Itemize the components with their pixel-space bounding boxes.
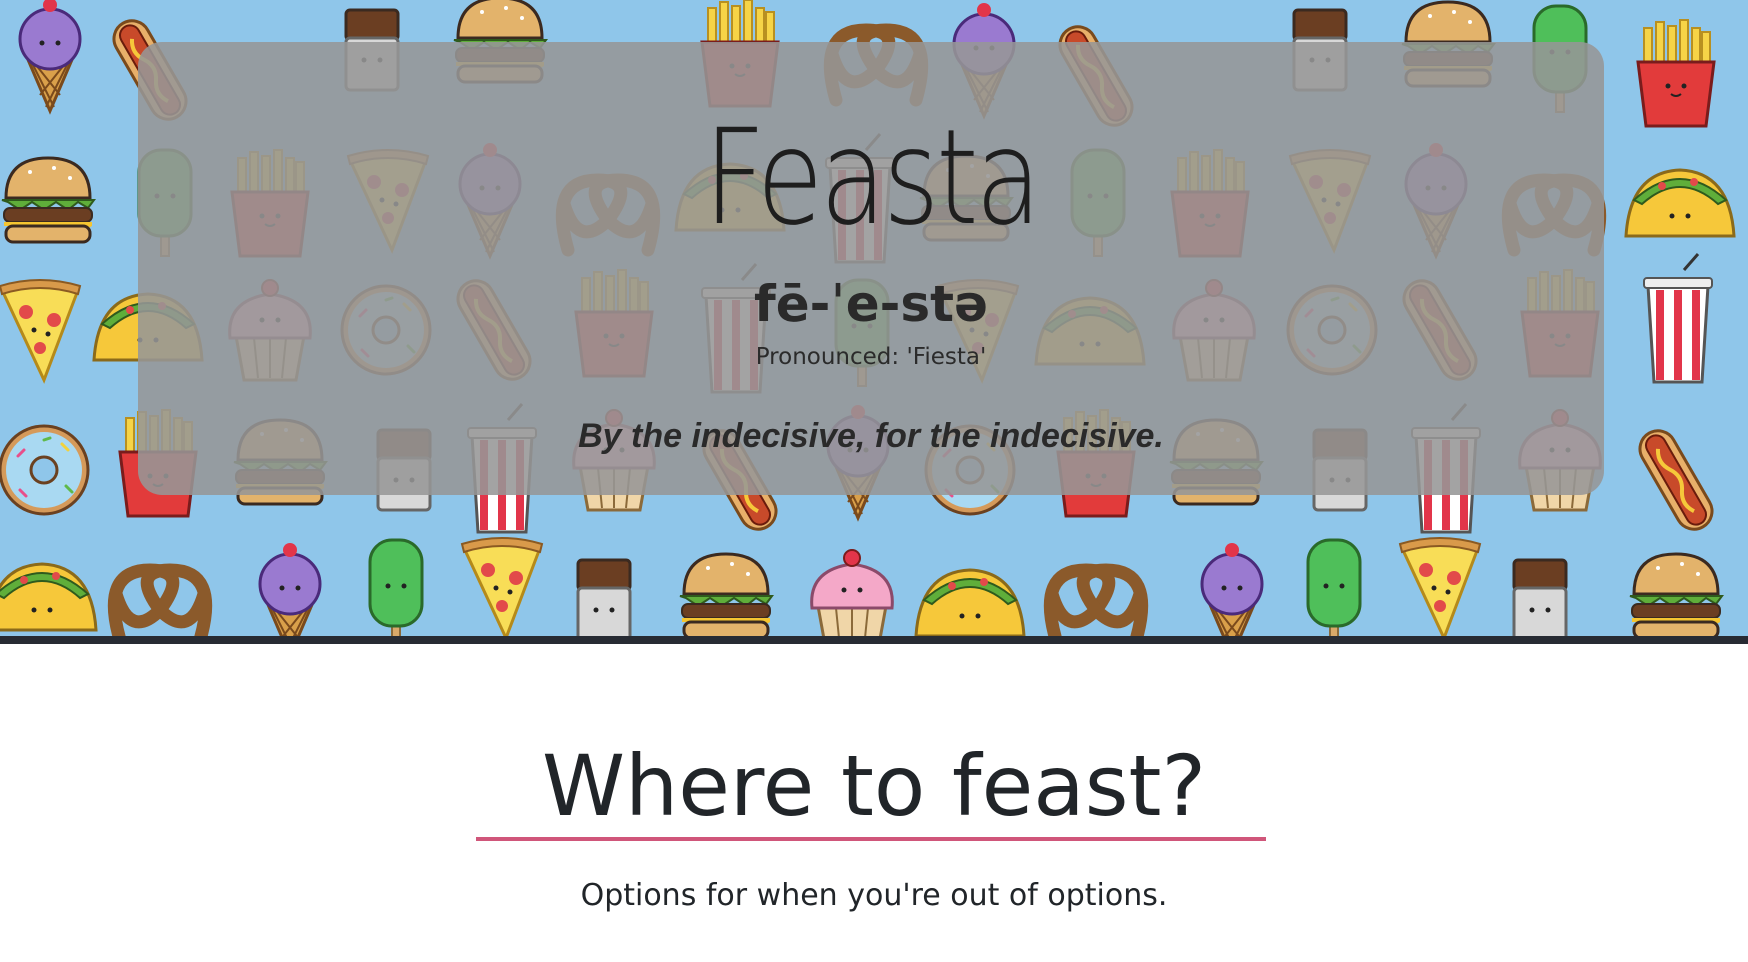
hero-bottom-border	[0, 636, 1748, 644]
where-to-feast-section: Where to feast? Options for when you're …	[0, 644, 1748, 962]
brand-title: Feasta	[703, 101, 1042, 255]
hero-banner: Feasta fē-ˈe-stə Pronounced: 'Fiesta' By…	[0, 0, 1748, 636]
section-title: Where to feast?	[541, 737, 1207, 835]
section-subtitle: Options for when you're out of options.	[580, 878, 1168, 913]
section-underline	[476, 837, 1266, 841]
pronunciation-note: Pronounced: 'Fiesta'	[755, 344, 987, 370]
phonetic-spelling: fē-ˈe-stə	[754, 275, 988, 333]
tagline: By the indecisive, for the indecisive.	[578, 417, 1164, 455]
hero-panel: Feasta fē-ˈe-stə Pronounced: 'Fiesta' By…	[138, 42, 1604, 495]
